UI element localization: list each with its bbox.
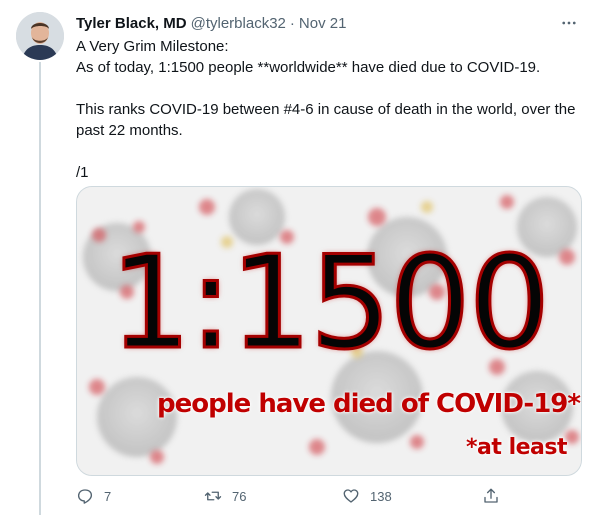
image-footnote: *at least — [466, 435, 567, 460]
more-options-button[interactable] — [558, 12, 580, 34]
author-handle[interactable]: @tylerblack32 — [191, 15, 286, 32]
share-icon — [484, 488, 498, 503]
tweet-text-line: past 22 months. — [76, 122, 183, 139]
reply-button[interactable]: 7 — [76, 484, 111, 508]
retweet-count: 76 — [232, 488, 247, 504]
tweet-body: Tyler Black, MD @tylerblack32 · Nov 21 A… — [76, 12, 584, 504]
reply-count: 7 — [104, 488, 112, 504]
tweet-text-line: As of today, 1:1500 people **worldwide**… — [76, 59, 541, 76]
tweet-image[interactable]: 1:1500 people have died of COVID-19* *at… — [76, 186, 582, 476]
tweet-actions: 7 76 138 — [76, 484, 516, 508]
share-button[interactable] — [482, 484, 500, 508]
tweet-text-line: A Very Grim Milestone: — [76, 38, 229, 55]
tweet-text-line: /1 — [76, 164, 89, 181]
reply-icon — [77, 489, 93, 504]
image-caption: people have died of COVID-19* — [157, 389, 581, 419]
tweet-date[interactable]: Nov 21 — [299, 15, 347, 32]
tweet-text-line — [76, 141, 584, 162]
like-count: 138 — [370, 488, 392, 504]
retweet-icon — [204, 491, 222, 501]
like-button[interactable]: 138 — [342, 484, 392, 508]
ratio-headline: 1:1500 — [108, 229, 551, 378]
avatar-image — [16, 12, 64, 60]
separator-dot: · — [289, 14, 295, 32]
thread-line — [39, 62, 41, 515]
tweet-text-line: This ranks COVID-19 between #4-6 in caus… — [76, 101, 576, 118]
avatar[interactable] — [16, 12, 64, 60]
author-name[interactable]: Tyler Black, MD — [76, 15, 187, 32]
tweet-header: Tyler Black, MD @tylerblack32 · Nov 21 — [76, 12, 584, 34]
heart-icon — [343, 489, 359, 503]
tweet-text: A Very Grim Milestone: As of today, 1:15… — [76, 36, 584, 183]
more-horizontal-icon — [562, 21, 576, 25]
retweet-button[interactable]: 76 — [204, 484, 246, 508]
tweet-text-line — [76, 78, 584, 99]
